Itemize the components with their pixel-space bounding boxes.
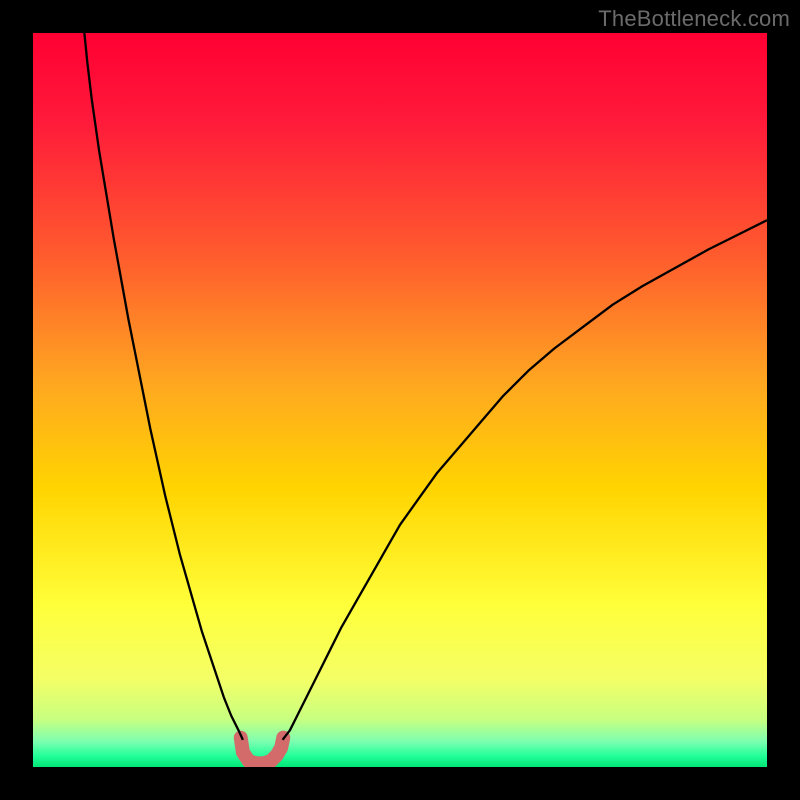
chart-stage: TheBottleneck.com — [0, 0, 800, 800]
watermark-text: TheBottleneck.com — [598, 6, 790, 32]
chart-svg — [0, 0, 800, 800]
plot-background — [33, 33, 767, 767]
